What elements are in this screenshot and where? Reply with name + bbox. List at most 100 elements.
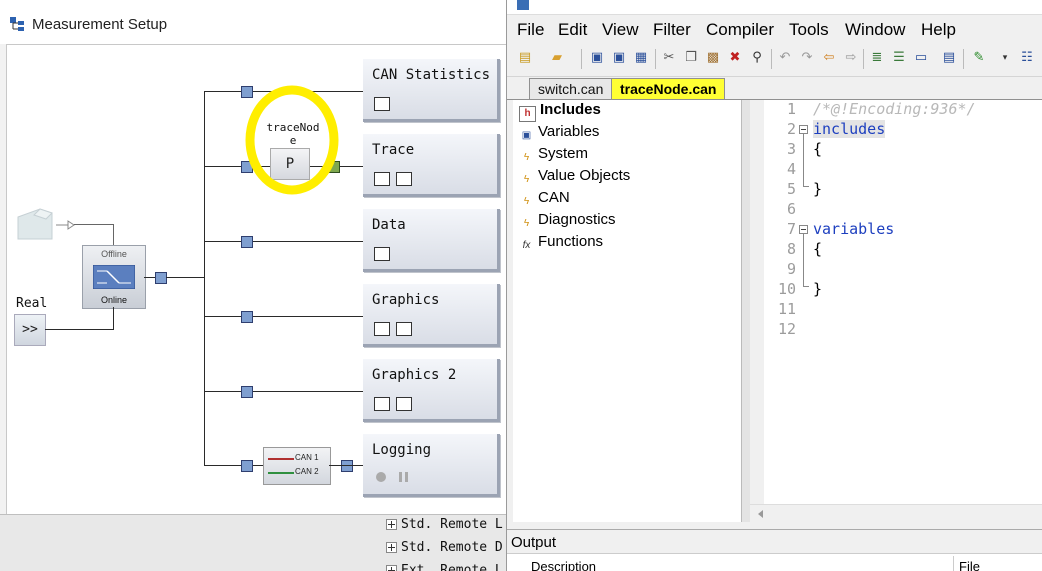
block-label: Trace <box>372 142 415 158</box>
lightning-icon: ϟ <box>523 174 530 185</box>
forward-icon[interactable]: ⇨ <box>843 50 859 66</box>
tree-item-includes[interactable]: h Includes <box>519 101 601 122</box>
graphics-2-port[interactable] <box>241 386 253 398</box>
graphics-block[interactable]: Graphics <box>363 284 500 347</box>
can1-label: CAN 1 <box>295 453 319 462</box>
trace-block[interactable]: Trace <box>363 134 500 197</box>
fold-guide-end <box>803 186 809 187</box>
output-title: Output <box>511 534 557 551</box>
fold-icon[interactable] <box>799 125 808 134</box>
toolbar-overflow-icon[interactable]: ▾ <box>997 50 1013 66</box>
tree-row[interactable]: Std. Remote D <box>386 540 503 555</box>
tree-item-can[interactable]: ϟ CAN <box>519 189 570 209</box>
undo-icon[interactable]: ↶ <box>777 50 793 66</box>
menu-compiler[interactable]: Compiler <box>706 20 774 40</box>
tab-tracenode-can[interactable]: traceNode.can <box>611 78 725 99</box>
function-icon: fx <box>522 240 531 251</box>
tab-switch-can[interactable]: switch.can <box>529 78 615 99</box>
find-icon[interactable]: ⚲ <box>749 50 765 66</box>
switch-output-port[interactable] <box>155 272 167 284</box>
tree-item-variables[interactable]: ▣ Variables <box>519 123 600 143</box>
menu-filter[interactable]: Filter <box>653 20 691 40</box>
variables-icon: ▣ <box>521 130 532 141</box>
format-icon[interactable]: ≣ <box>869 50 885 66</box>
code-line: { <box>813 140 823 158</box>
real-button[interactable]: >> <box>14 314 46 346</box>
menu-tools[interactable]: Tools <box>789 20 829 40</box>
tree-row[interactable]: Ext. Remote L <box>386 563 503 571</box>
save-icon[interactable]: ▣ <box>589 50 605 66</box>
scroll-left-icon[interactable] <box>758 510 763 518</box>
tree-row-label: Ext. Remote L <box>401 563 503 571</box>
menu-file[interactable]: File <box>517 20 544 40</box>
line-number: 2 <box>786 120 796 138</box>
data-port[interactable] <box>241 236 253 248</box>
logging-block[interactable]: Logging <box>363 434 500 497</box>
line-number: 4 <box>786 160 796 178</box>
measurement-setup-icon <box>10 17 24 31</box>
open-folder-icon[interactable]: ▰ <box>549 50 565 66</box>
copy-icon[interactable]: ❐ <box>683 50 699 66</box>
menu-view[interactable]: View <box>602 20 639 40</box>
compile-icon[interactable]: ✎ <box>971 50 987 66</box>
new-file-icon[interactable]: ▤ <box>517 50 533 66</box>
expand-icon[interactable] <box>386 542 397 553</box>
indent-icon[interactable]: ☰ <box>891 50 907 66</box>
capl-app-icon <box>517 0 529 10</box>
expand-icon[interactable] <box>386 519 397 530</box>
fold-icon[interactable] <box>799 225 808 234</box>
tree-item-label: Value Objects <box>538 167 631 184</box>
can-statistics-block[interactable]: CAN Statistics <box>363 59 500 122</box>
config-icon <box>396 322 412 336</box>
tree-item-label: Functions <box>538 233 604 250</box>
tree-row[interactable]: Std. Remote L <box>386 517 503 532</box>
menu-edit[interactable]: Edit <box>558 20 587 40</box>
code-line: { <box>813 240 823 258</box>
code-line: } <box>813 180 823 198</box>
tree-item-label: CAN <box>538 189 570 206</box>
graphics-2-block[interactable]: Graphics 2 <box>363 359 500 422</box>
column-file[interactable]: File <box>959 559 980 571</box>
cut-icon[interactable]: ✂ <box>661 50 677 66</box>
horizontal-scrollbar[interactable] <box>750 504 1042 523</box>
tree-item-functions[interactable]: fx Functions <box>519 233 603 253</box>
column-description[interactable]: Description <box>531 559 596 571</box>
output-panel-header: Output <box>507 529 1042 554</box>
online-offline-switch[interactable]: Offline Online <box>82 245 146 309</box>
lightning-icon: ϟ <box>523 152 530 163</box>
line-number: 5 <box>786 180 796 198</box>
back-icon[interactable]: ⇦ <box>821 50 837 66</box>
tree-item-diagnostics[interactable]: ϟ Diagnostics <box>519 211 616 231</box>
tree-item-value-objects[interactable]: ϟ Value Objects <box>519 167 630 187</box>
online-label: Online <box>100 295 127 305</box>
layout-icon[interactable]: ▭ <box>913 50 929 66</box>
save-all-icon[interactable]: ▦ <box>633 50 649 66</box>
lightning-icon: ϟ <box>523 218 530 229</box>
paste-icon[interactable]: ▩ <box>705 50 721 66</box>
save-as-icon[interactable]: ▣ <box>611 50 627 66</box>
bracket-icon[interactable]: ▤ <box>941 50 957 66</box>
tree-item-label: Includes <box>540 101 601 118</box>
can-filter-block[interactable]: CAN 1 CAN 2 <box>263 447 331 485</box>
database-icon[interactable]: ☷ <box>1019 50 1035 66</box>
graphics-icon <box>374 397 390 411</box>
capl-browser-window: File Edit View Filter Compiler Tools Win… <box>506 0 1042 571</box>
code-line: } <box>813 280 823 298</box>
offline-source-icon[interactable] <box>16 205 76 241</box>
logging-input-port[interactable] <box>241 460 253 472</box>
menu-bar: File Edit View Filter Compiler Tools Win… <box>507 15 1042 42</box>
data-block[interactable]: Data <box>363 209 500 272</box>
menu-help[interactable]: Help <box>921 20 956 40</box>
redo-icon[interactable]: ↷ <box>799 50 815 66</box>
fold-guide <box>803 134 804 186</box>
config-icon <box>396 172 412 186</box>
logging-output-port[interactable] <box>341 460 353 472</box>
block-label: Logging <box>372 442 432 458</box>
delete-icon[interactable]: ✖ <box>727 50 743 66</box>
graphics-port[interactable] <box>241 311 253 323</box>
line-number: 3 <box>786 140 796 158</box>
menu-window[interactable]: Window <box>845 20 905 40</box>
expand-icon[interactable] <box>386 565 397 571</box>
toolbar-separator <box>863 49 864 69</box>
tree-item-system[interactable]: ϟ System <box>519 145 588 165</box>
